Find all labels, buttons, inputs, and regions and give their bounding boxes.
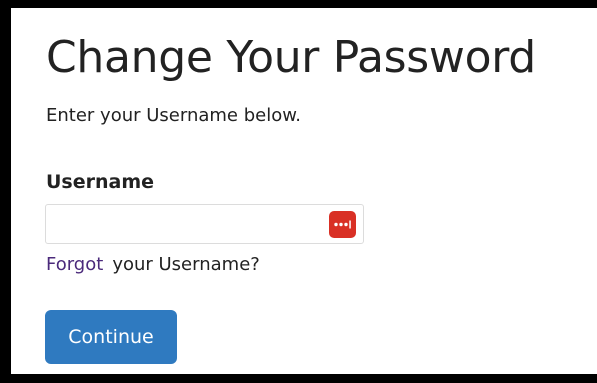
username-input[interactable]	[46, 205, 316, 243]
forgot-username-helper: Forgot your Username?	[46, 253, 260, 277]
change-password-panel: Change Your Password Enter your Username…	[11, 8, 597, 374]
page-title: Change Your Password	[46, 32, 536, 83]
username-label: Username	[46, 171, 155, 193]
username-field-wrapper	[45, 204, 364, 244]
forgot-username-link[interactable]: Forgot	[46, 254, 103, 275]
forgot-username-suffix: your Username?	[112, 254, 260, 275]
instructions-text: Enter your Username below.	[46, 105, 302, 126]
continue-button[interactable]: Continue	[45, 310, 177, 364]
password-manager-dots-icon[interactable]	[329, 211, 356, 238]
dots-cursor-glyph	[334, 220, 351, 229]
